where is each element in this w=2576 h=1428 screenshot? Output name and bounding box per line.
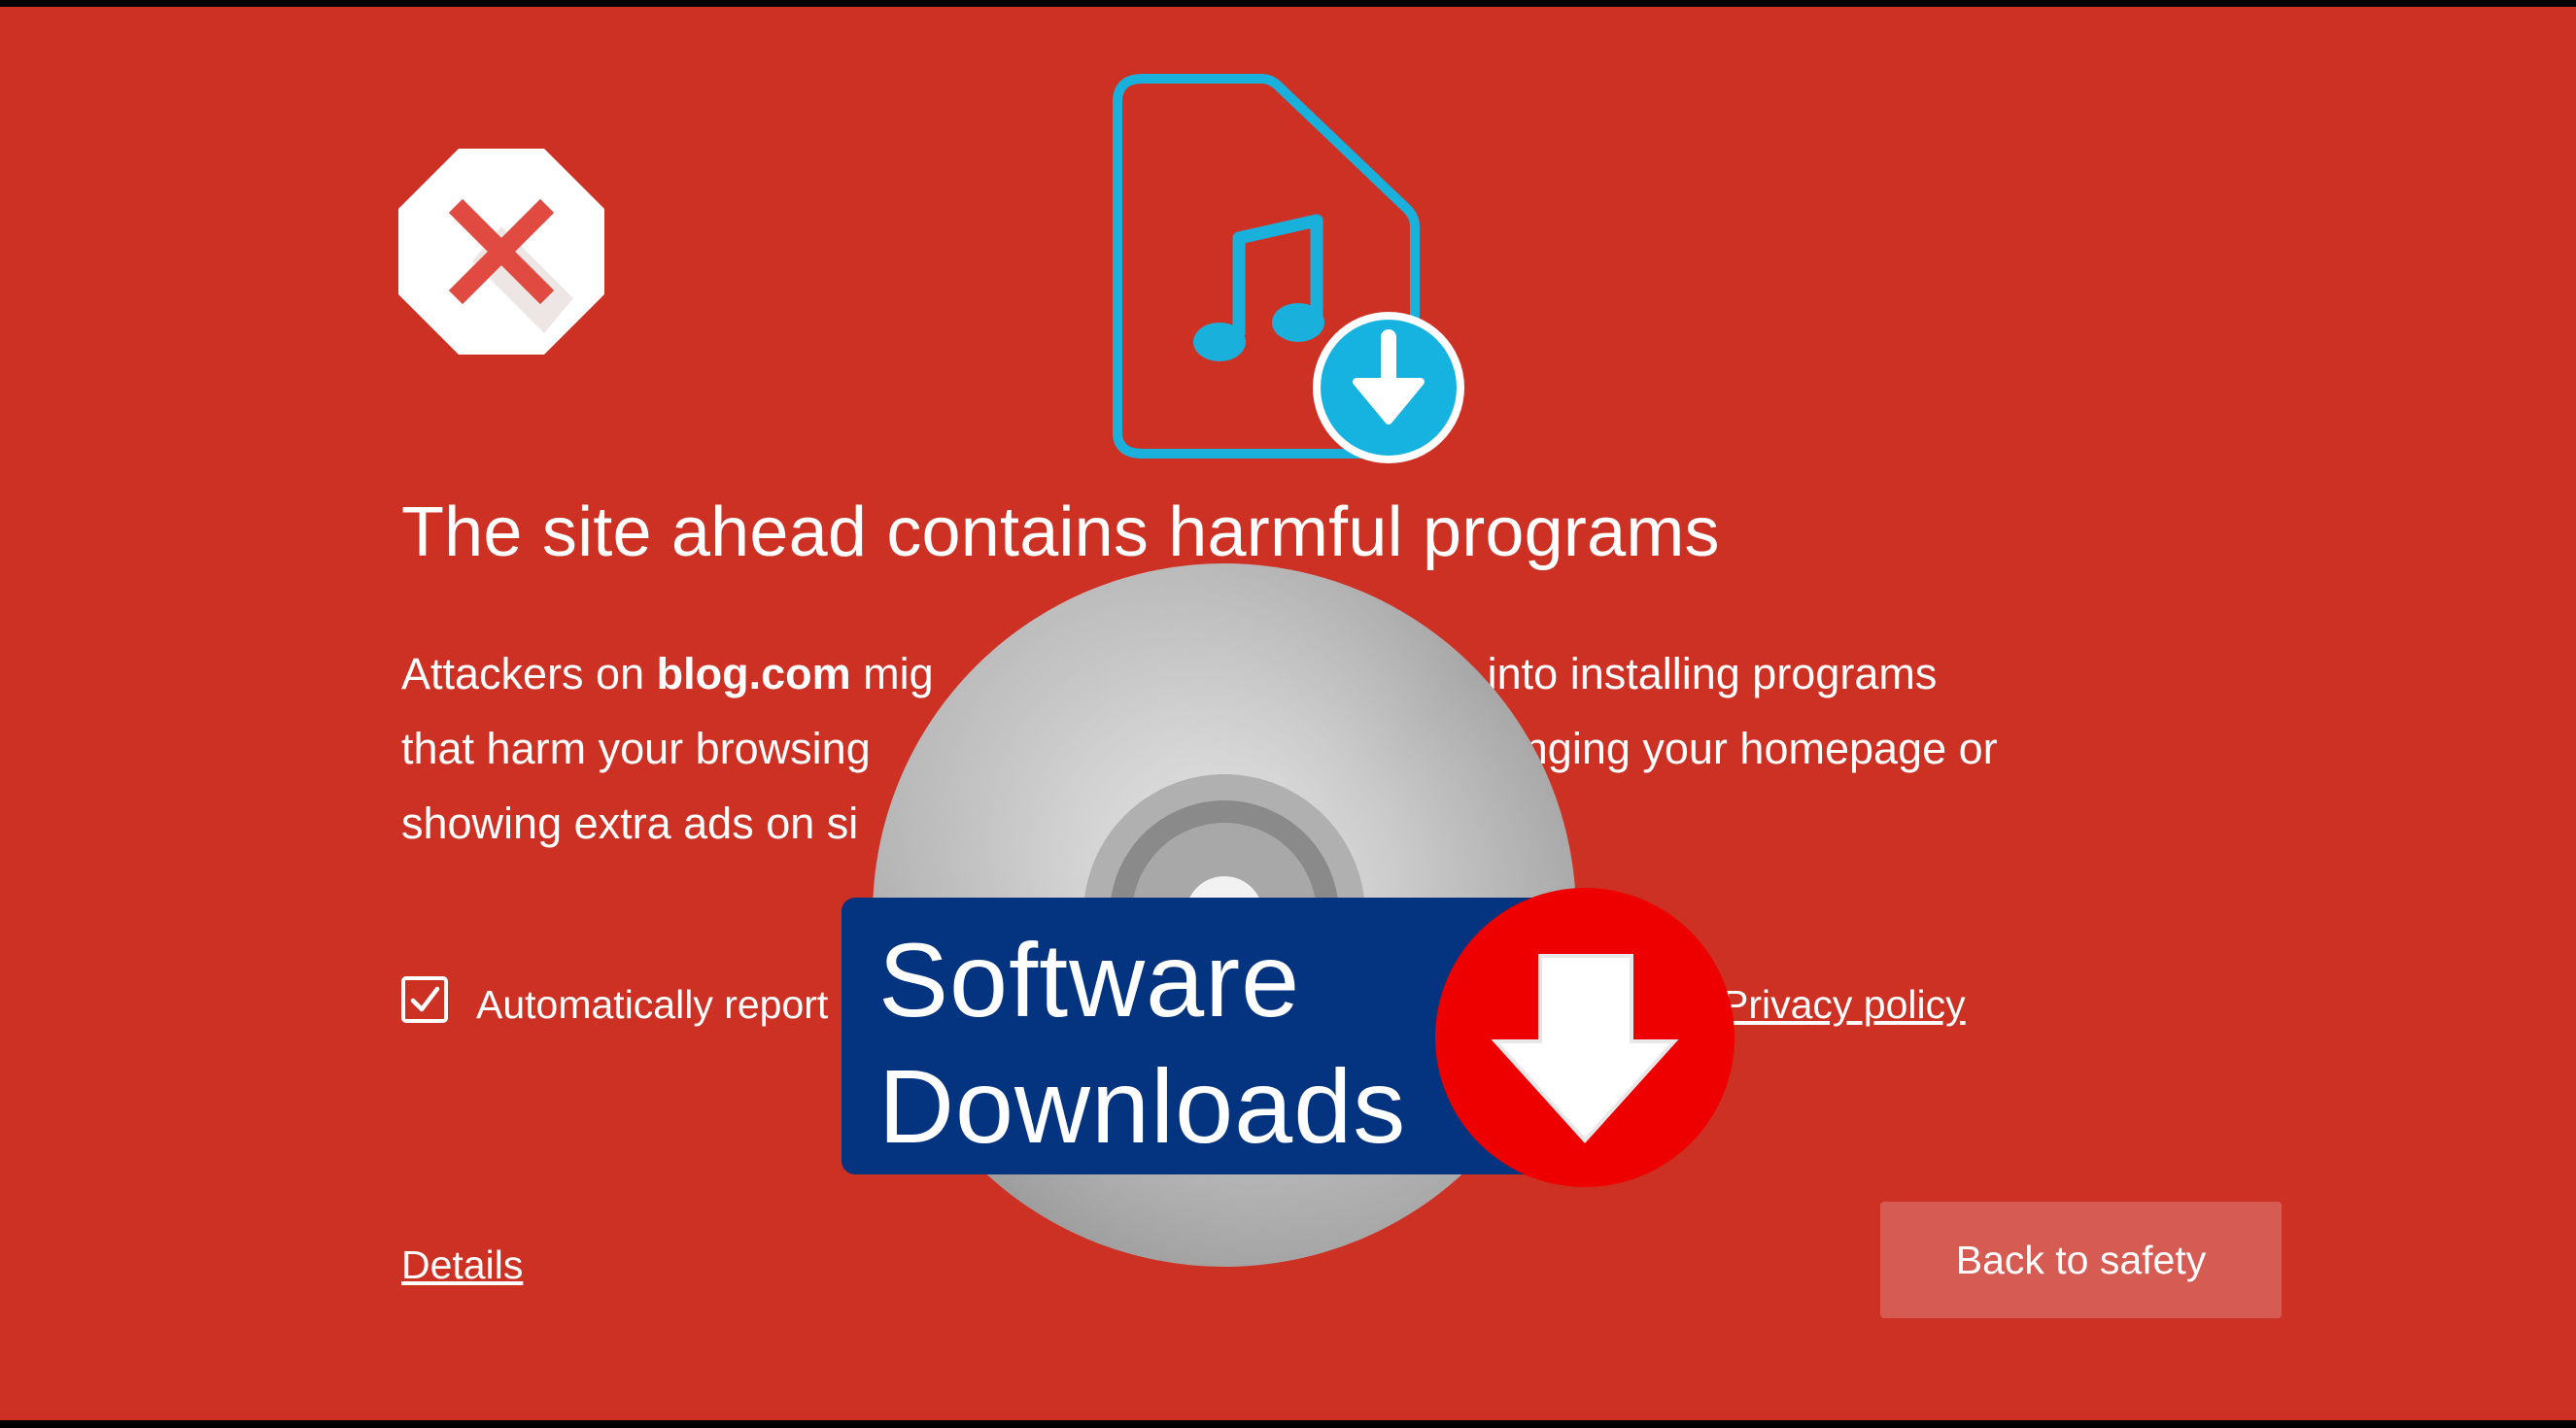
description-line2-start: that harm your browsing <box>401 724 871 773</box>
banner-text-downloads: Downloads <box>878 1047 1407 1165</box>
back-to-safety-button[interactable]: Back to safety <box>1880 1202 2282 1318</box>
privacy-policy-link[interactable]: Privacy policy <box>1722 982 1966 1028</box>
checkbox-checked-icon <box>410 986 440 1012</box>
report-checkbox[interactable] <box>401 976 448 1023</box>
description-line3-start: showing extra ads on si <box>401 799 859 848</box>
banner-text-software: Software <box>878 921 1301 1038</box>
site-domain: blog.com <box>656 649 851 698</box>
download-arrow-icon <box>1435 888 1735 1187</box>
stop-x-icon <box>398 149 604 355</box>
description-prefix: Attackers on <box>401 649 657 698</box>
report-checkbox-label: Automatically report <box>476 982 829 1027</box>
music-file-download-icon <box>1113 74 1464 463</box>
details-link[interactable]: Details <box>401 1242 523 1288</box>
interstitial-page: The site ahead contains harmful programs… <box>0 7 2576 1420</box>
